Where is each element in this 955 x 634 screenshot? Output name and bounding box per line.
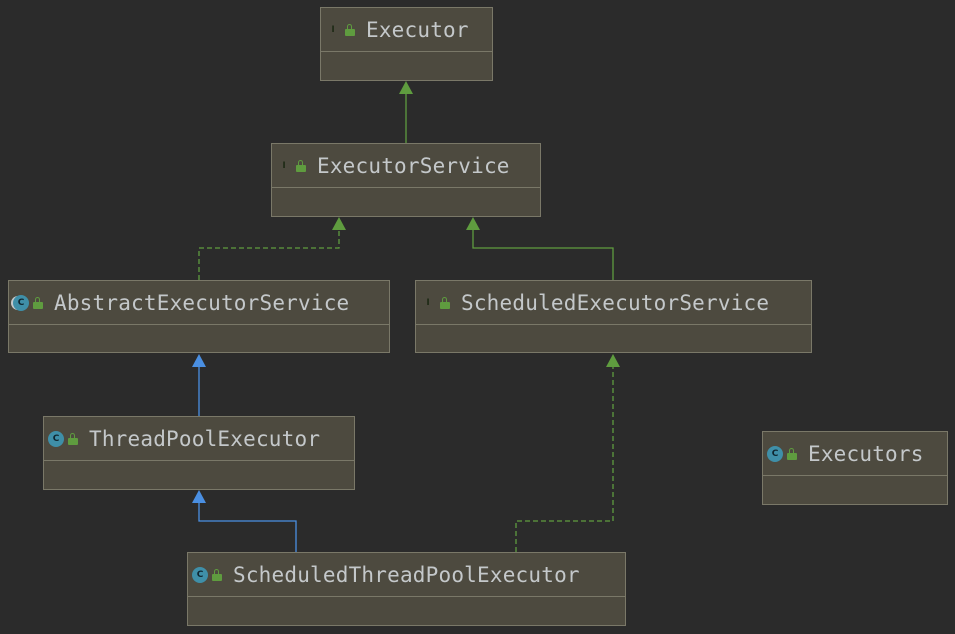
arrow-head — [332, 217, 346, 230]
class-box-scheduled-executor-service[interactable]: I ScheduledExecutorService — [415, 280, 812, 353]
abstract-class-icon: C — [13, 294, 29, 311]
class-name: ThreadPoolExecutor — [89, 426, 321, 451]
class-box-executor[interactable]: I Executor — [320, 7, 493, 81]
arrow-head — [606, 354, 620, 367]
class-icon: C — [192, 566, 208, 583]
public-lock-icon — [33, 296, 43, 309]
class-box-executors[interactable]: C Executors — [762, 431, 948, 505]
class-name: Executor — [366, 17, 469, 42]
public-lock-icon — [296, 159, 306, 172]
class-box-header: I ExecutorService — [272, 144, 540, 188]
class-box-abstract-executor-service[interactable]: C AbstractExecutorService — [8, 280, 390, 353]
edge-executor-service-to-executor — [399, 81, 413, 143]
class-name: ExecutorService — [317, 153, 510, 178]
class-name: AbstractExecutorService — [54, 290, 350, 315]
class-box-header: C ScheduledThreadPoolExecutor — [188, 553, 625, 597]
public-lock-icon — [345, 23, 355, 36]
edge-scheduled-executor-service-to-executor-service — [466, 217, 614, 280]
class-icon: C — [767, 445, 783, 462]
edge-line — [515, 367, 614, 552]
class-box-header: I ScheduledExecutorService — [416, 281, 811, 325]
class-name: ScheduledExecutorService — [461, 290, 770, 315]
edge-line — [198, 230, 340, 280]
public-lock-icon — [68, 432, 78, 445]
uml-class-diagram: I Executor I ExecutorService C AbstractE… — [0, 0, 955, 634]
edge-thread-pool-executor-to-abstract-executor-service — [192, 354, 206, 416]
class-icon: C — [48, 430, 64, 447]
interface-icon: I — [331, 24, 335, 35]
class-name: ScheduledThreadPoolExecutor — [233, 562, 580, 587]
class-box-scheduled-thread-pool-executor[interactable]: C ScheduledThreadPoolExecutor — [187, 552, 626, 626]
edge-line — [472, 230, 614, 280]
class-box-header: I Executor — [321, 8, 492, 52]
edge-line — [198, 503, 297, 552]
edge-scheduled-thread-pool-executor-to-scheduled-executor-service — [515, 354, 620, 552]
class-box-header: C ThreadPoolExecutor — [44, 417, 354, 461]
edge-abstract-executor-service-to-executor-service — [198, 217, 346, 280]
interface-icon: I — [426, 297, 430, 308]
arrow-head — [466, 217, 480, 230]
public-lock-icon — [787, 447, 797, 460]
class-box-executor-service[interactable]: I ExecutorService — [271, 143, 541, 217]
class-box-thread-pool-executor[interactable]: C ThreadPoolExecutor — [43, 416, 355, 490]
class-box-header: C AbstractExecutorService — [9, 281, 389, 325]
edge-scheduled-thread-pool-executor-to-thread-pool-executor — [192, 490, 297, 552]
arrow-head — [192, 490, 206, 503]
arrow-head — [399, 81, 413, 94]
public-lock-icon — [440, 296, 450, 309]
class-name: Executors — [808, 441, 924, 466]
public-lock-icon — [212, 568, 222, 581]
interface-icon: I — [282, 160, 286, 171]
arrow-head — [192, 354, 206, 367]
class-box-header: C Executors — [763, 432, 947, 476]
